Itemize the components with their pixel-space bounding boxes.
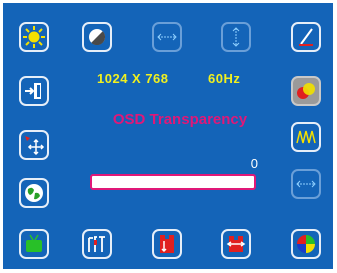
phase-button[interactable] — [291, 122, 321, 152]
v-position-icon — [232, 27, 240, 47]
recall-icon — [26, 234, 42, 252]
contrast-icon — [89, 29, 106, 46]
h-position-button[interactable] — [152, 22, 182, 52]
reset-button[interactable] — [152, 229, 182, 259]
refresh-rate-text: 60Hz — [208, 71, 241, 86]
reset-icon — [160, 235, 174, 253]
v-position-button[interactable] — [221, 22, 251, 52]
color-icon — [297, 83, 315, 99]
exit-button[interactable] — [19, 76, 49, 106]
color-temperature-icon — [297, 235, 315, 253]
exit-icon — [25, 83, 41, 99]
tools-icon — [88, 236, 105, 252]
language-button[interactable] — [19, 178, 49, 208]
pen-icon — [299, 28, 313, 46]
language-icon — [25, 184, 43, 202]
transparency-slider[interactable] — [90, 174, 256, 190]
swap-icon — [226, 236, 246, 252]
pen-button[interactable] — [291, 22, 321, 52]
swap-button[interactable] — [221, 229, 251, 259]
move-menu-button[interactable] — [19, 130, 49, 160]
brightness-button[interactable] — [19, 22, 49, 52]
color-temperature-button[interactable] — [291, 229, 321, 259]
contrast-button[interactable] — [82, 22, 112, 52]
osd-menu: 1024 X 768 60Hz OSD Transparency 0 — [3, 3, 333, 269]
h-size-icon — [296, 180, 316, 188]
color-button[interactable] — [291, 76, 321, 106]
h-position-icon — [157, 33, 177, 41]
move-menu-icon — [25, 136, 45, 156]
brightness-icon — [23, 26, 45, 48]
setting-value: 0 — [250, 156, 258, 171]
phase-icon — [296, 130, 316, 144]
tools-button[interactable] — [82, 229, 112, 259]
setting-title: OSD Transparency — [112, 111, 248, 128]
resolution-text: 1024 X 768 — [97, 71, 169, 86]
recall-button[interactable] — [19, 229, 49, 259]
h-size-button[interactable] — [291, 169, 321, 199]
